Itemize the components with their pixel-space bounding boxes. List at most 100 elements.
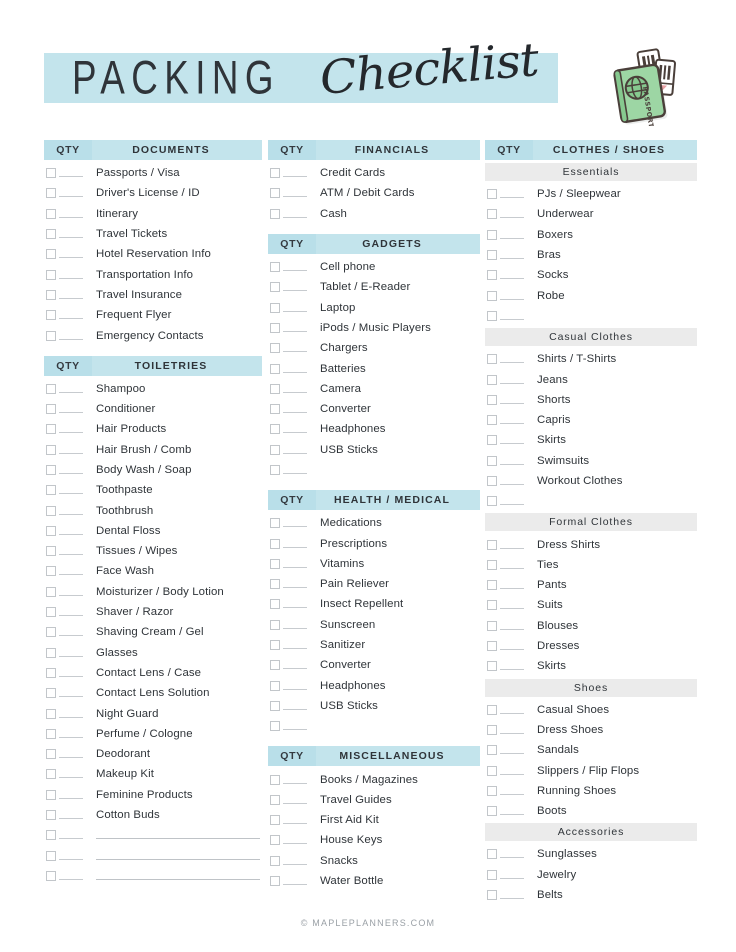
checklist-row[interactable]: Skirts xyxy=(485,656,697,676)
checklist-blank-row[interactable] xyxy=(44,846,262,866)
checkbox[interactable] xyxy=(487,765,497,776)
checklist-row[interactable]: Hotel Reservation Info xyxy=(44,244,262,264)
qty-line[interactable] xyxy=(500,857,524,859)
checklist-blank-row[interactable] xyxy=(485,491,697,511)
checklist-row[interactable]: Driver's License / ID xyxy=(44,183,262,203)
checkbox[interactable] xyxy=(46,505,56,516)
checklist-row[interactable]: Water Bottle xyxy=(268,871,480,891)
qty-line[interactable] xyxy=(59,237,83,239)
qty-line[interactable] xyxy=(59,838,83,840)
checklist-row[interactable]: Hair Brush / Comb xyxy=(44,440,262,460)
checkbox[interactable] xyxy=(270,538,280,549)
checkbox[interactable] xyxy=(46,607,56,618)
checkbox[interactable] xyxy=(487,806,497,817)
qty-line[interactable] xyxy=(283,432,307,434)
checkbox[interactable] xyxy=(46,870,56,881)
qty-line[interactable] xyxy=(59,338,83,340)
qty-line[interactable] xyxy=(500,732,524,734)
checklist-row[interactable]: Laptop xyxy=(268,297,480,317)
checkbox[interactable] xyxy=(270,855,280,866)
checkbox[interactable] xyxy=(487,250,497,261)
checkbox[interactable] xyxy=(46,208,56,219)
checklist-row[interactable]: Credit Cards xyxy=(268,163,480,183)
checklist-row[interactable]: Shaving Cream / Gel xyxy=(44,622,262,642)
checkbox[interactable] xyxy=(487,559,497,570)
checkbox[interactable] xyxy=(270,579,280,590)
checklist-row[interactable]: Contact Lens / Case xyxy=(44,663,262,683)
qty-line[interactable] xyxy=(59,635,83,637)
qty-line[interactable] xyxy=(283,843,307,845)
checklist-row[interactable]: Contact Lens Solution xyxy=(44,683,262,703)
qty-line[interactable] xyxy=(500,712,524,714)
checkbox[interactable] xyxy=(270,262,280,273)
qty-line[interactable] xyxy=(283,607,307,609)
checklist-row[interactable]: PJs / Sleepwear xyxy=(485,184,697,204)
checkbox[interactable] xyxy=(487,229,497,240)
checkbox[interactable] xyxy=(487,580,497,591)
checkbox[interactable] xyxy=(270,680,280,691)
checklist-row[interactable]: Transportation Info xyxy=(44,264,262,284)
checkbox[interactable] xyxy=(46,708,56,719)
qty-line[interactable] xyxy=(59,473,83,474)
qty-line[interactable] xyxy=(59,777,83,779)
checkbox[interactable] xyxy=(270,322,280,333)
checkbox[interactable] xyxy=(270,282,280,293)
qty-line[interactable] xyxy=(500,463,524,465)
checklist-row[interactable]: Books / Magazines xyxy=(268,769,480,789)
checklist-row[interactable]: Body Wash / Soap xyxy=(44,460,262,480)
checkbox[interactable] xyxy=(270,465,280,475)
checkbox[interactable] xyxy=(270,518,280,529)
checkbox[interactable] xyxy=(46,404,56,415)
checklist-row[interactable]: Dental Floss xyxy=(44,521,262,541)
qty-line[interactable] xyxy=(500,547,524,549)
qty-line[interactable] xyxy=(500,753,524,755)
checklist-row[interactable]: Converter xyxy=(268,399,480,419)
qty-line[interactable] xyxy=(59,797,83,799)
qty-line[interactable] xyxy=(283,688,307,690)
checkbox[interactable] xyxy=(270,660,280,671)
checklist-blank-row[interactable] xyxy=(268,460,480,480)
qty-line[interactable] xyxy=(500,443,524,445)
qty-line[interactable] xyxy=(59,757,83,759)
checklist-row[interactable]: Frequent Flyer xyxy=(44,305,262,325)
checkbox[interactable] xyxy=(46,310,56,321)
checkbox[interactable] xyxy=(270,619,280,630)
checkbox[interactable] xyxy=(46,647,56,658)
checkbox[interactable] xyxy=(270,444,280,455)
qty-line[interactable] xyxy=(500,898,524,900)
checklist-row[interactable]: Conditioner xyxy=(44,399,262,419)
qty-line[interactable] xyxy=(500,504,524,506)
qty-line[interactable] xyxy=(283,196,307,198)
checklist-row[interactable]: Vitamins xyxy=(268,554,480,574)
qty-line[interactable] xyxy=(59,432,83,434)
checkbox[interactable] xyxy=(487,785,497,796)
qty-line[interactable] xyxy=(283,290,307,292)
checklist-row[interactable]: Itinerary xyxy=(44,204,262,224)
qty-line[interactable] xyxy=(283,526,307,528)
checklist-row[interactable]: Shirts / T-Shirts xyxy=(485,349,697,369)
qty-line[interactable] xyxy=(283,412,307,414)
qty-line[interactable] xyxy=(59,493,83,495)
checkbox[interactable] xyxy=(487,849,497,860)
checkbox[interactable] xyxy=(487,354,497,365)
checklist-row[interactable]: Travel Insurance xyxy=(44,285,262,305)
checklist-row[interactable]: Snacks xyxy=(268,851,480,871)
checkbox[interactable] xyxy=(46,269,56,280)
checklist-row[interactable]: Feminine Products xyxy=(44,785,262,805)
checklist-row[interactable]: Converter xyxy=(268,655,480,675)
checkbox[interactable] xyxy=(46,789,56,800)
checklist-row[interactable]: Running Shoes xyxy=(485,781,697,801)
qty-line[interactable] xyxy=(283,648,307,650)
qty-line[interactable] xyxy=(283,351,307,353)
checkbox[interactable] xyxy=(270,208,280,219)
checklist-row[interactable]: Toothbrush xyxy=(44,500,262,520)
checkbox[interactable] xyxy=(487,270,497,281)
qty-line[interactable] xyxy=(500,608,524,610)
qty-line[interactable] xyxy=(59,675,83,677)
qty-line[interactable] xyxy=(283,270,307,272)
checklist-row[interactable]: First Aid Kit xyxy=(268,810,480,830)
checklist-row[interactable]: Perfume / Cologne xyxy=(44,724,262,744)
checklist-row[interactable]: Tissues / Wipes xyxy=(44,541,262,561)
checklist-row[interactable]: Passports / Visa xyxy=(44,163,262,183)
qty-line[interactable] xyxy=(59,176,83,178)
